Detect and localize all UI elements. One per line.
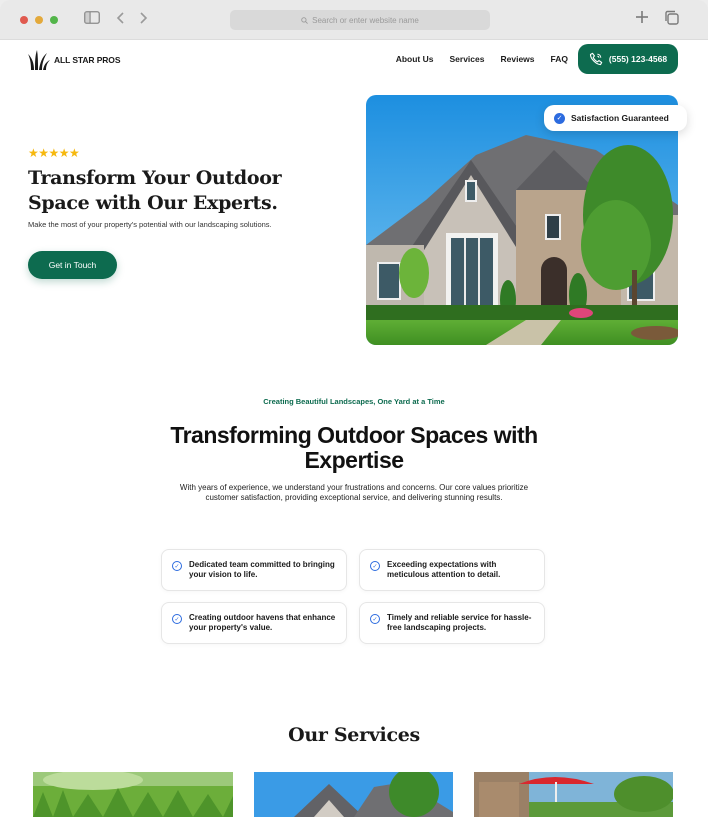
main-navigation: About Us Services Reviews FAQ — [396, 54, 568, 64]
feature-text: Dedicated team committed to bringing you… — [189, 560, 335, 579]
search-icon — [301, 16, 308, 24]
feature-card: ✓ Exceeding expectations with meticulous… — [359, 549, 545, 591]
get-in-touch-button[interactable]: Get in Touch — [28, 251, 117, 279]
nav-link-about-us[interactable]: About Us — [396, 54, 434, 64]
nav-link-faq[interactable]: FAQ — [551, 54, 568, 64]
feature-text: Timely and reliable service for hassle-f… — [387, 613, 532, 632]
minimize-window-button[interactable] — [35, 16, 43, 24]
feature-card: ✓ Creating outdoor havens that enhance y… — [161, 602, 347, 644]
phone-call-button[interactable]: (555) 123-4568 — [578, 44, 678, 74]
phone-number: (555) 123-4568 — [608, 54, 668, 64]
webpage: ALL STAR PROS About Us Services Reviews … — [0, 40, 708, 817]
browser-toolbar: Search or enter website name — [0, 0, 708, 40]
feature-card: ✓ Dedicated team committed to bringing y… — [161, 549, 347, 591]
address-bar[interactable]: Search or enter website name — [230, 10, 490, 30]
check-icon: ✓ — [554, 112, 565, 124]
brand-logo[interactable]: ALL STAR PROS — [28, 49, 120, 71]
feature-card: ✓ Timely and reliable service for hassle… — [359, 602, 545, 644]
close-window-button[interactable] — [20, 16, 28, 24]
services-title: Our Services — [288, 724, 420, 746]
nav-link-reviews[interactable]: Reviews — [500, 54, 534, 64]
back-icon[interactable] — [116, 11, 126, 30]
check-circle-icon: ✓ — [172, 614, 182, 624]
new-tab-icon[interactable] — [635, 10, 649, 29]
badge-label: Satisfaction Guaranteed — [571, 113, 669, 123]
phone-icon — [589, 52, 603, 66]
hero-subtitle: Make the most of your property's potenti… — [28, 220, 272, 229]
check-circle-icon: ✓ — [370, 614, 380, 624]
grass-logo-icon — [28, 50, 50, 70]
hero-title: Transform Your Outdoor Space with Our Ex… — [28, 167, 282, 214]
forward-icon[interactable] — [138, 11, 148, 30]
section-title: Transforming Outdoor Spaces with Experti… — [170, 422, 538, 473]
maximize-window-button[interactable] — [50, 16, 58, 24]
house-photo — [366, 95, 678, 345]
site-header: ALL STAR PROS About Us Services Reviews … — [0, 40, 708, 82]
service-card-house-photo[interactable] — [254, 772, 453, 817]
sidebar-toggle-icon[interactable] — [84, 11, 100, 29]
section-eyebrow: Creating Beautiful Landscapes, One Yard … — [263, 397, 445, 406]
feature-text: Exceeding expectations with meticulous a… — [387, 560, 501, 579]
satisfaction-badge: ✓ Satisfaction Guaranteed — [544, 105, 687, 131]
section-description: With years of experience, we understand … — [179, 483, 529, 502]
feature-text: Creating outdoor havens that enhance you… — [189, 613, 336, 632]
service-card-patio-photo[interactable] — [474, 772, 673, 817]
address-placeholder: Search or enter website name — [312, 15, 419, 25]
tabs-overview-icon[interactable] — [664, 10, 680, 31]
check-circle-icon: ✓ — [172, 561, 182, 571]
check-circle-icon: ✓ — [370, 561, 380, 571]
rating-stars: ★★★★★ — [28, 146, 80, 160]
service-card-lawn-photo[interactable] — [33, 772, 233, 817]
nav-link-services[interactable]: Services — [450, 54, 485, 64]
brand-name: ALL STAR PROS — [54, 55, 121, 65]
